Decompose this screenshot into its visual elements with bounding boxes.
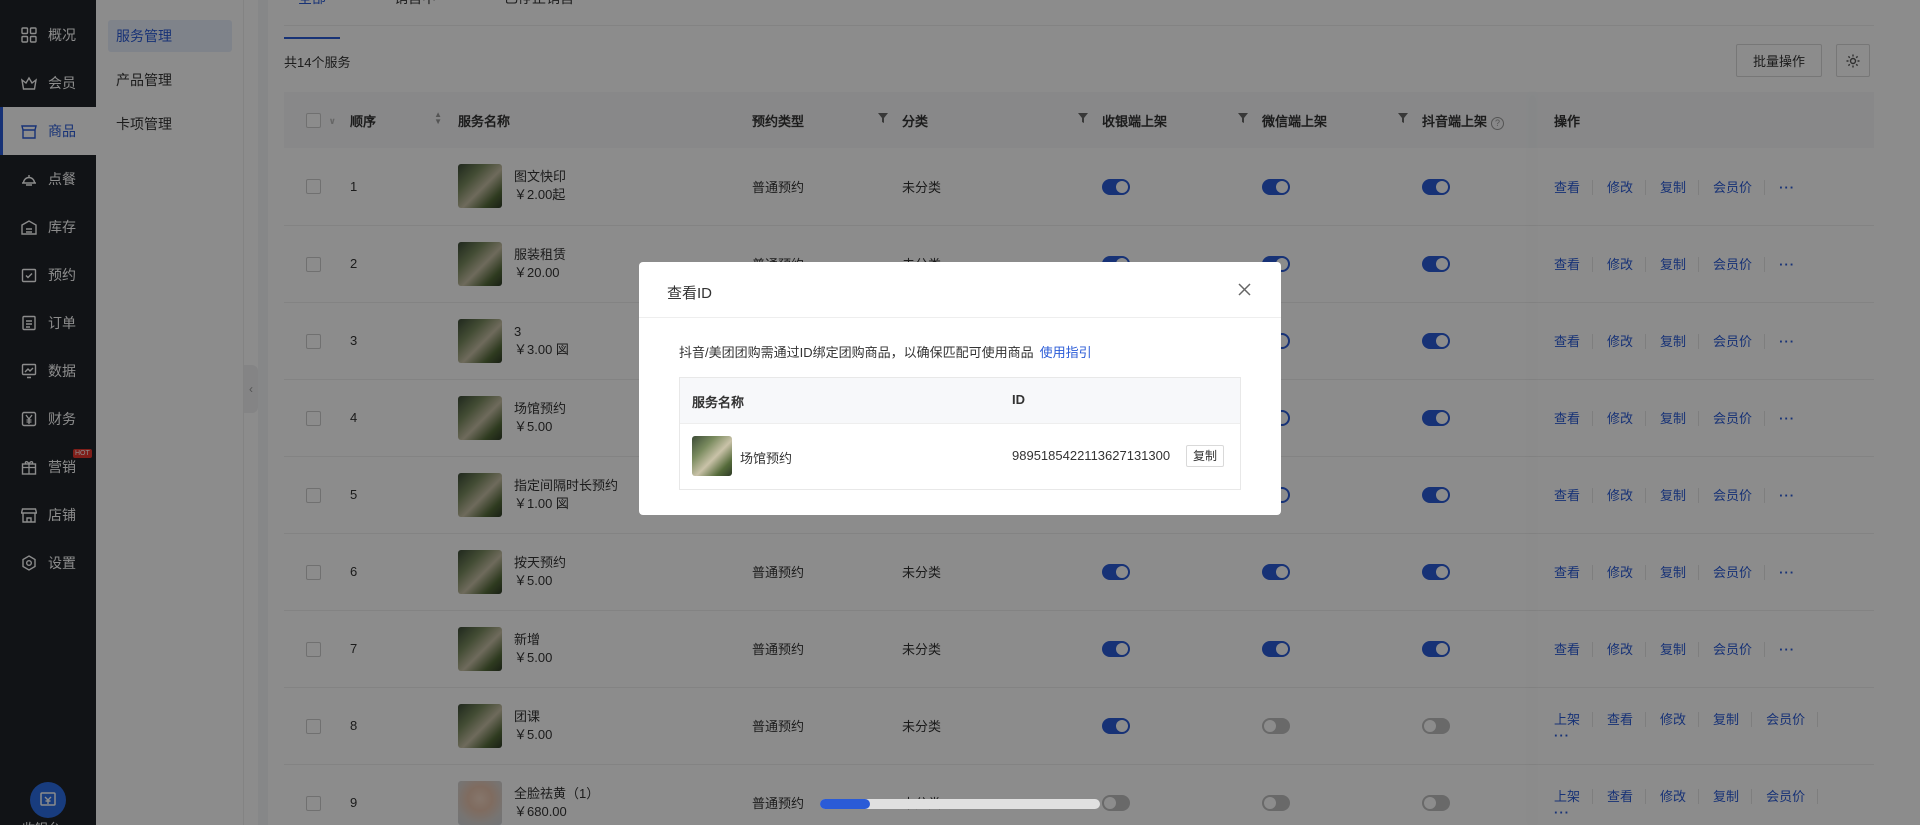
id-table-col-id: ID [1012,392,1025,407]
id-table-header: 服务名称 ID [680,378,1240,424]
id-row-id-value: 989518542211362713130​0 [1012,448,1171,463]
usage-guide-link[interactable]: 使用指引 [1040,345,1092,360]
dialog-title: 查看ID [667,285,713,302]
loading-progress-fill [820,799,871,809]
id-row-service-name: 场馆预约 [740,451,793,466]
view-id-dialog: 查看ID 抖音/美团团购需通过ID绑定团购商品，以确保匹配可使用商品 使用指引 服… [639,262,1281,515]
dialog-header: 查看ID [639,262,1281,318]
dialog-tip-text: 抖音/美团团购需通过ID绑定团购商品，以确保匹配可使用商品 [679,345,1034,360]
dialog-tip: 抖音/美团团购需通过ID绑定团购商品，以确保匹配可使用商品 使用指引 [679,342,1092,361]
service-thumbnail [692,436,732,476]
close-icon[interactable] [1235,280,1253,298]
id-table-col-name: 服务名称 [692,395,745,410]
id-table: 服务名称 ID 场馆预约 989518542211362713130​0 复制 [679,377,1241,490]
app-root: 概况会员商品点餐库存预约订单数据财务营销HOT店铺设置收银台 服务管理产品管理卡… [0,0,1920,825]
copy-id-button[interactable]: 复制 [1186,445,1225,467]
id-table-row: 场馆预约 989518542211362713130​0 复制 [680,424,1240,489]
loading-progress-bar [820,799,1100,809]
